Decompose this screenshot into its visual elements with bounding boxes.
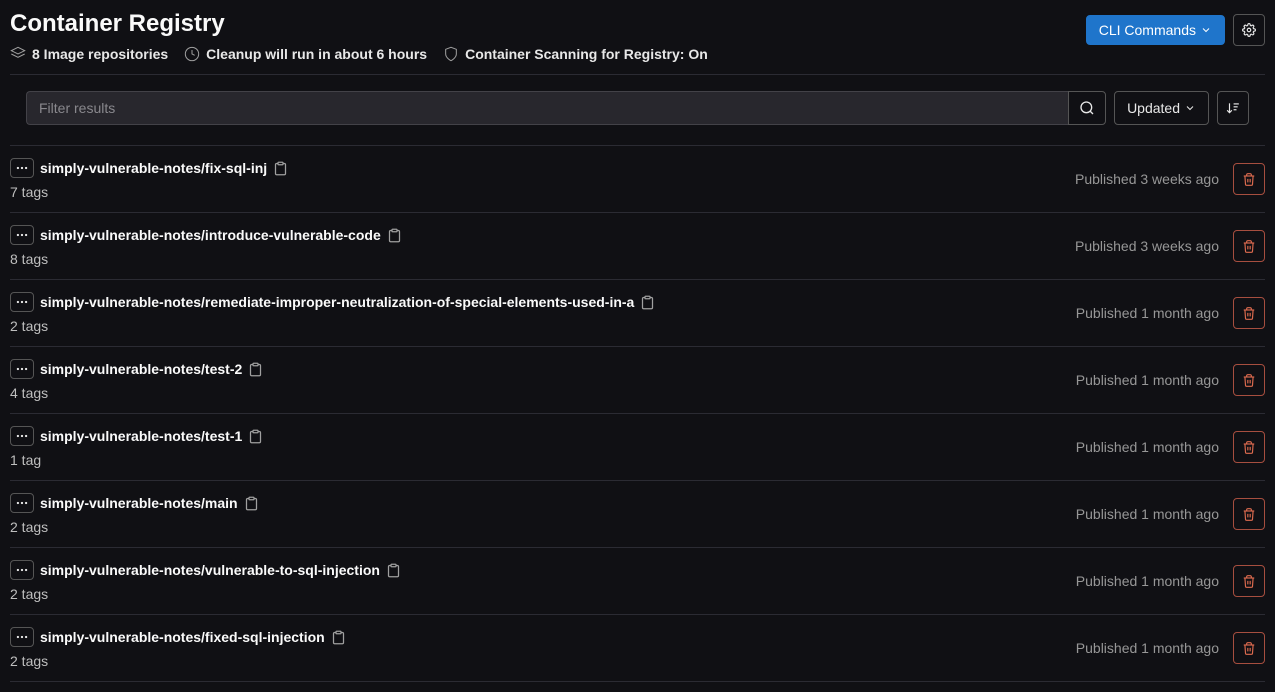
copy-button[interactable] bbox=[244, 496, 259, 511]
copy-button[interactable] bbox=[331, 630, 346, 645]
ellipsis-icon bbox=[15, 161, 29, 175]
trash-icon bbox=[1242, 440, 1256, 455]
filter-input[interactable] bbox=[26, 91, 1068, 125]
repo-name-link[interactable]: simply-vulnerable-notes/main bbox=[40, 495, 238, 511]
ellipsis-icon bbox=[15, 563, 29, 577]
delete-button[interactable] bbox=[1233, 632, 1265, 664]
ellipsis-icon bbox=[15, 228, 29, 242]
repo-row: simply-vulnerable-notes/main 2 tags Publ… bbox=[10, 481, 1265, 548]
clipboard-icon bbox=[244, 496, 259, 511]
sort-descending-icon bbox=[1226, 100, 1240, 116]
path-expand-button[interactable] bbox=[10, 493, 34, 513]
repo-row: simply-vulnerable-notes/test-2 4 tags Pu… bbox=[10, 347, 1265, 414]
published-time: Published 3 weeks ago bbox=[1075, 171, 1219, 187]
path-expand-button[interactable] bbox=[10, 225, 34, 245]
clipboard-icon bbox=[387, 228, 402, 243]
clipboard-icon bbox=[248, 429, 263, 444]
path-expand-button[interactable] bbox=[10, 560, 34, 580]
delete-button[interactable] bbox=[1233, 498, 1265, 530]
search-icon bbox=[1079, 100, 1095, 116]
delete-button[interactable] bbox=[1233, 230, 1265, 262]
cli-commands-button[interactable]: CLI Commands bbox=[1086, 15, 1225, 45]
delete-button[interactable] bbox=[1233, 431, 1265, 463]
clipboard-icon bbox=[273, 161, 288, 176]
trash-icon bbox=[1242, 507, 1256, 522]
repo-name-link[interactable]: simply-vulnerable-notes/test-1 bbox=[40, 428, 242, 444]
repo-name-link[interactable]: simply-vulnerable-notes/remediate-improp… bbox=[40, 294, 634, 310]
repo-name-link[interactable]: simply-vulnerable-notes/fixed-sql-inject… bbox=[40, 629, 325, 645]
trash-icon bbox=[1242, 239, 1256, 254]
path-expand-button[interactable] bbox=[10, 158, 34, 178]
shield-icon bbox=[443, 46, 459, 62]
repo-row: simply-vulnerable-notes/test-1 1 tag Pub… bbox=[10, 414, 1265, 481]
tags-count: 2 tags bbox=[10, 653, 48, 669]
repo-row: simply-vulnerable-notes/fixed-sql-inject… bbox=[10, 615, 1265, 682]
path-expand-button[interactable] bbox=[10, 426, 34, 446]
repo-count: 8 Image repositories bbox=[10, 46, 168, 62]
path-expand-button[interactable] bbox=[10, 359, 34, 379]
ellipsis-icon bbox=[15, 496, 29, 510]
tags-count: 2 tags bbox=[10, 318, 48, 334]
copy-button[interactable] bbox=[387, 228, 402, 243]
clipboard-icon bbox=[386, 563, 401, 578]
tags-count: 1 tag bbox=[10, 452, 41, 468]
copy-button[interactable] bbox=[273, 161, 288, 176]
search-button[interactable] bbox=[1068, 91, 1106, 125]
ellipsis-icon bbox=[15, 429, 29, 443]
published-time: Published 1 month ago bbox=[1076, 506, 1219, 522]
copy-button[interactable] bbox=[248, 429, 263, 444]
repo-row: simply-vulnerable-notes/introduce-vulner… bbox=[10, 213, 1265, 280]
sort-dropdown[interactable]: Updated bbox=[1114, 91, 1209, 125]
trash-icon bbox=[1242, 172, 1256, 187]
repo-row: simply-vulnerable-notes/fix-sql-inj 7 ta… bbox=[10, 145, 1265, 213]
delete-button[interactable] bbox=[1233, 364, 1265, 396]
divider bbox=[10, 74, 1265, 75]
scanning-info: Container Scanning for Registry: On bbox=[443, 46, 708, 62]
clipboard-icon bbox=[248, 362, 263, 377]
trash-icon bbox=[1242, 306, 1256, 321]
page-title: Container Registry bbox=[10, 10, 708, 38]
repo-name-link[interactable]: simply-vulnerable-notes/vulnerable-to-sq… bbox=[40, 562, 380, 578]
published-time: Published 1 month ago bbox=[1076, 640, 1219, 656]
chevron-down-icon bbox=[1184, 102, 1196, 114]
repo-row: simply-vulnerable-notes/vulnerable-to-sq… bbox=[10, 548, 1265, 615]
repo-name-link[interactable]: simply-vulnerable-notes/introduce-vulner… bbox=[40, 227, 381, 243]
ellipsis-icon bbox=[15, 362, 29, 376]
delete-button[interactable] bbox=[1233, 163, 1265, 195]
sort-order-button[interactable] bbox=[1217, 91, 1249, 125]
repo-name-link[interactable]: simply-vulnerable-notes/test-2 bbox=[40, 361, 242, 377]
trash-icon bbox=[1242, 641, 1256, 656]
published-time: Published 3 weeks ago bbox=[1075, 238, 1219, 254]
gear-icon bbox=[1242, 22, 1256, 38]
layers-icon bbox=[10, 46, 26, 62]
tags-count: 4 tags bbox=[10, 385, 48, 401]
clipboard-icon bbox=[331, 630, 346, 645]
repo-row: simply-vulnerable-notes/remediate-improp… bbox=[10, 280, 1265, 347]
copy-button[interactable] bbox=[386, 563, 401, 578]
copy-button[interactable] bbox=[640, 295, 655, 310]
delete-button[interactable] bbox=[1233, 297, 1265, 329]
chevron-down-icon bbox=[1200, 24, 1212, 36]
trash-icon bbox=[1242, 373, 1256, 388]
tags-count: 2 tags bbox=[10, 519, 48, 535]
tags-count: 7 tags bbox=[10, 184, 48, 200]
clipboard-icon bbox=[640, 295, 655, 310]
clock-icon bbox=[184, 46, 200, 62]
published-time: Published 1 month ago bbox=[1076, 372, 1219, 388]
published-time: Published 1 month ago bbox=[1076, 573, 1219, 589]
published-time: Published 1 month ago bbox=[1076, 305, 1219, 321]
copy-button[interactable] bbox=[248, 362, 263, 377]
published-time: Published 1 month ago bbox=[1076, 439, 1219, 455]
path-expand-button[interactable] bbox=[10, 292, 34, 312]
trash-icon bbox=[1242, 574, 1256, 589]
repo-name-link[interactable]: simply-vulnerable-notes/fix-sql-inj bbox=[40, 160, 267, 176]
ellipsis-icon bbox=[15, 295, 29, 309]
cleanup-info: Cleanup will run in about 6 hours bbox=[184, 46, 427, 62]
tags-count: 2 tags bbox=[10, 586, 48, 602]
ellipsis-icon bbox=[15, 630, 29, 644]
delete-button[interactable] bbox=[1233, 565, 1265, 597]
tags-count: 8 tags bbox=[10, 251, 48, 267]
settings-button[interactable] bbox=[1233, 14, 1265, 46]
path-expand-button[interactable] bbox=[10, 627, 34, 647]
